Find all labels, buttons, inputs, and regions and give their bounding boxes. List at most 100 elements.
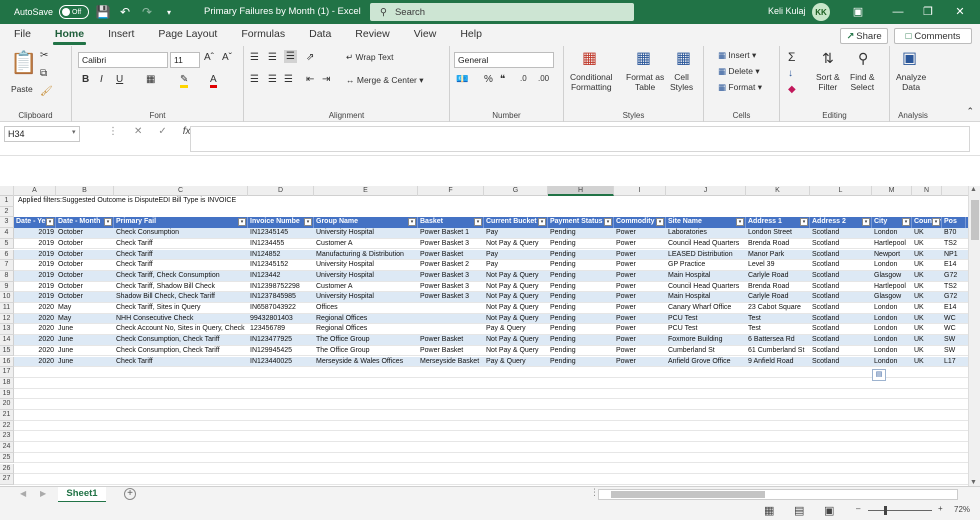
- column-header-g[interactable]: G: [484, 186, 548, 196]
- column-header-h[interactable]: H: [548, 186, 614, 196]
- table-cell[interactable]: G72: [942, 292, 966, 303]
- table-cell[interactable]: Scotland: [810, 260, 872, 271]
- table-cell[interactable]: Merseyside Basket: [418, 357, 484, 368]
- name-box-dropdown-icon[interactable]: ▾: [72, 128, 76, 136]
- table-cell[interactable]: Power: [614, 260, 666, 271]
- table-cell[interactable]: Scotland: [810, 303, 872, 314]
- row-header[interactable]: 15: [0, 345, 14, 357]
- table-header-cell[interactable]: Group Name ▾: [314, 217, 418, 229]
- table-cell[interactable]: Merseyside & Wales Offices: [314, 357, 418, 368]
- column-header-i[interactable]: I: [614, 186, 666, 196]
- table-cell[interactable]: Power: [614, 282, 666, 293]
- empty-row[interactable]: [14, 367, 968, 378]
- table-cell[interactable]: Not Pay & Query: [484, 314, 548, 325]
- row-header[interactable]: 4: [0, 228, 14, 239]
- table-cell[interactable]: October: [56, 292, 114, 303]
- table-cell[interactable]: 9 Anfield Road: [746, 357, 810, 368]
- table-header-cell[interactable]: Primary Fail ▾: [114, 217, 248, 229]
- table-cell[interactable]: [418, 324, 484, 335]
- paste-icon[interactable]: 📋: [10, 50, 37, 76]
- filter-dropdown-icon[interactable]: ▾: [800, 218, 808, 227]
- column-header-k[interactable]: K: [746, 186, 810, 196]
- table-cell[interactable]: Scotland: [810, 357, 872, 368]
- collapse-ribbon-icon[interactable]: ⌃: [966, 106, 974, 117]
- table-cell[interactable]: June: [56, 335, 114, 346]
- user-name[interactable]: Keli Kulaj: [768, 6, 806, 16]
- table-cell[interactable]: London: [872, 260, 912, 271]
- empty-row[interactable]: [14, 464, 968, 475]
- empty-row[interactable]: [14, 453, 968, 464]
- table-cell[interactable]: 2020: [14, 346, 56, 357]
- table-cell[interactable]: Not Pay & Query: [484, 335, 548, 346]
- zoom-level[interactable]: 72%: [954, 505, 970, 514]
- table-cell[interactable]: Council Head Quarters: [666, 282, 746, 293]
- table-cell[interactable]: 2020: [14, 335, 56, 346]
- row-header[interactable]: 5: [0, 238, 14, 250]
- table-cell[interactable]: Not Pay & Query: [484, 292, 548, 303]
- percent-icon[interactable]: %: [484, 74, 493, 85]
- table-cell[interactable]: Pending: [548, 324, 614, 335]
- tab-data[interactable]: Data: [297, 24, 343, 46]
- column-header-n[interactable]: N: [912, 186, 942, 196]
- table-cell[interactable]: Carlyle Road: [746, 271, 810, 282]
- scroll-down-icon[interactable]: ▼: [970, 479, 977, 486]
- table-cell[interactable]: University Hospital: [314, 292, 418, 303]
- table-cell[interactable]: Foxmore Building: [666, 335, 746, 346]
- table-cell[interactable]: Scotland: [810, 346, 872, 357]
- table-cell[interactable]: October: [56, 228, 114, 239]
- cancel-icon[interactable]: ✕: [134, 126, 142, 137]
- table-cell[interactable]: IN12345145: [248, 228, 314, 239]
- font-color-icon[interactable]: A: [210, 74, 217, 88]
- table-cell[interactable]: Pending: [548, 357, 614, 368]
- table-cell[interactable]: Glasgow: [872, 292, 912, 303]
- column-header-m[interactable]: M: [872, 186, 912, 196]
- filter-dropdown-icon[interactable]: ▾: [408, 218, 416, 227]
- table-cell[interactable]: Check Tariff, Sites in Query: [114, 303, 248, 314]
- avatar[interactable]: KK: [812, 3, 830, 21]
- table-header-cell[interactable]: Invoice Numbe ▾: [248, 217, 314, 229]
- table-cell[interactable]: Not Pay & Query: [484, 303, 548, 314]
- column-header-c[interactable]: C: [114, 186, 248, 196]
- table-cell[interactable]: June: [56, 346, 114, 357]
- filter-dropdown-icon[interactable]: ▾: [238, 218, 246, 227]
- table-header-cell[interactable]: Current Bucket ▾: [484, 217, 548, 229]
- restore-icon[interactable]: ❐: [920, 4, 936, 20]
- table-cell[interactable]: UK: [912, 335, 942, 346]
- wrap-text-button[interactable]: ↵ Wrap Text: [346, 52, 393, 63]
- table-cell[interactable]: LEASED Distribution: [666, 250, 746, 261]
- table-cell[interactable]: Main Hospital: [666, 292, 746, 303]
- table-header-cell[interactable]: Commodity ▾: [614, 217, 666, 229]
- h-scroll-thumb[interactable]: [611, 491, 765, 498]
- row-header[interactable]: 20: [0, 399, 14, 410]
- table-cell[interactable]: Power Basket 3: [418, 239, 484, 250]
- table-cell[interactable]: UK: [912, 250, 942, 261]
- table-row[interactable]: 2020 May Check Tariff, Sites in Query IN658…: [14, 303, 968, 314]
- font-size-select[interactable]: 11: [170, 52, 200, 68]
- table-cell[interactable]: 2019: [14, 282, 56, 293]
- analyze-data-button[interactable]: Analyze Data: [896, 72, 926, 92]
- table-cell[interactable]: Scotland: [810, 250, 872, 261]
- table-cell[interactable]: 23 Cabot Square: [746, 303, 810, 314]
- table-cell[interactable]: Power: [614, 335, 666, 346]
- table-cell[interactable]: June: [56, 357, 114, 368]
- table-cell[interactable]: Power: [614, 228, 666, 239]
- row-header[interactable]: 7: [0, 260, 14, 271]
- table-cell[interactable]: Scotland: [810, 314, 872, 325]
- table-cell[interactable]: Scotland: [810, 282, 872, 293]
- table-cell[interactable]: Check Tariff, Check Consumption: [114, 271, 248, 282]
- empty-row[interactable]: [14, 431, 968, 443]
- comma-style-icon[interactable]: ❝: [500, 74, 505, 85]
- table-cell[interactable]: Pending: [548, 314, 614, 325]
- row-header[interactable]: 10: [0, 292, 14, 303]
- table-row[interactable]: 2019 October Check Tariff, Shadow Bill Che…: [14, 282, 968, 293]
- close-icon[interactable]: ✕: [952, 4, 968, 20]
- align-middle-icon[interactable]: ☰: [268, 52, 277, 63]
- row-header[interactable]: 3: [0, 217, 14, 229]
- table-cell[interactable]: IN124852: [248, 250, 314, 261]
- table-cell[interactable]: Pay & Query: [484, 324, 548, 335]
- filter-dropdown-icon[interactable]: ▾: [902, 218, 910, 227]
- table-cell[interactable]: Check Tariff: [114, 357, 248, 368]
- table-header-cell[interactable]: City ▾: [872, 217, 912, 229]
- sort-filter-icon[interactable]: ⇅: [822, 50, 834, 67]
- table-cell[interactable]: 2020: [14, 324, 56, 335]
